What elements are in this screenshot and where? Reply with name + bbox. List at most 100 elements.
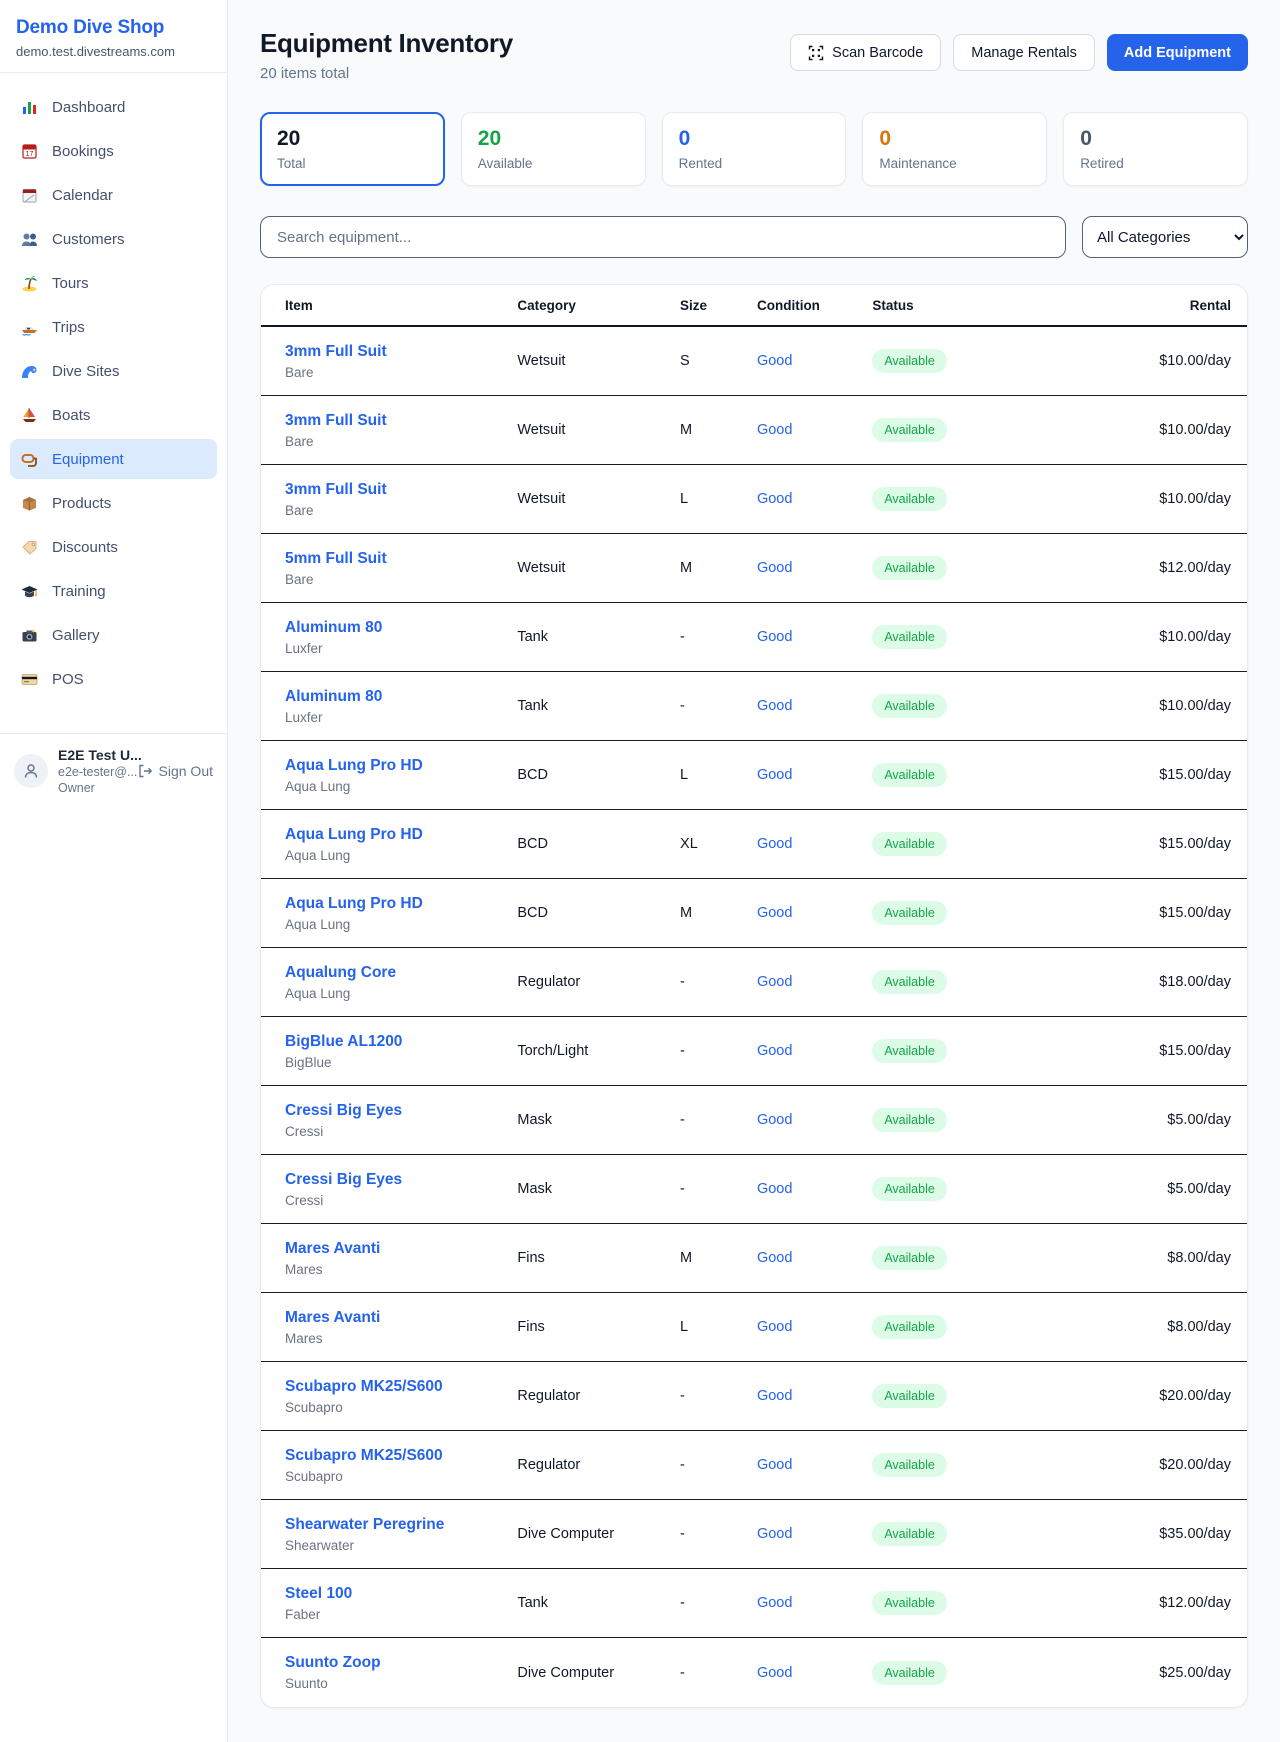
dive-sites-icon	[20, 362, 39, 381]
item-brand: Suunto	[285, 1676, 517, 1691]
sidebar-item-dashboard[interactable]: Dashboard	[10, 87, 217, 127]
condition-link[interactable]: Good	[757, 1112, 792, 1128]
stat-card-available[interactable]: 20 Available	[461, 112, 646, 186]
condition-link[interactable]: Good	[757, 1043, 792, 1059]
item-name-link[interactable]: Suunto Zoop	[285, 1654, 517, 1672]
stat-card-rented[interactable]: 0 Rented	[662, 112, 847, 186]
status-badge: Available	[872, 487, 947, 511]
sidebar-item-label: Customers	[52, 231, 125, 248]
condition-link[interactable]: Good	[757, 1665, 792, 1681]
item-name-link[interactable]: Aqua Lung Pro HD	[285, 895, 517, 913]
condition-link[interactable]: Good	[757, 836, 792, 852]
condition-link[interactable]: Good	[757, 422, 792, 438]
item-name-link[interactable]: 5mm Full Suit	[285, 550, 517, 568]
table-row: Suunto Zoop Suunto Dive Computer - Good …	[261, 1638, 1247, 1707]
sidebar-item-products[interactable]: Products	[10, 483, 217, 523]
status-badge: Available	[872, 556, 947, 580]
item-name-link[interactable]: Scubapro MK25/S600	[285, 1378, 517, 1396]
sidebar-item-gallery[interactable]: Gallery	[10, 615, 217, 655]
item-category: Tank	[517, 629, 680, 645]
svg-text:17: 17	[26, 151, 34, 158]
condition-link[interactable]: Good	[757, 1250, 792, 1266]
item-name-link[interactable]: Aluminum 80	[285, 688, 517, 706]
item-size: -	[680, 1526, 757, 1542]
condition-link[interactable]: Good	[757, 905, 792, 921]
sidebar-item-dive-sites[interactable]: Dive Sites	[10, 351, 217, 391]
item-category: Tank	[517, 698, 680, 714]
rental-price: $15.00/day	[1074, 905, 1247, 921]
table-row: Aqua Lung Pro HD Aqua Lung BCD L Good Av…	[261, 741, 1247, 810]
sidebar-item-customers[interactable]: Customers	[10, 219, 217, 259]
item-name-link[interactable]: Mares Avanti	[285, 1240, 517, 1258]
stat-card-retired[interactable]: 0 Retired	[1063, 112, 1248, 186]
item-name-link[interactable]: 3mm Full Suit	[285, 343, 517, 361]
condition-link[interactable]: Good	[757, 767, 792, 783]
item-name-link[interactable]: Aqua Lung Pro HD	[285, 826, 517, 844]
add-equipment-label: Add Equipment	[1124, 45, 1231, 61]
sidebar-item-discounts[interactable]: Discounts	[10, 527, 217, 567]
condition-link[interactable]: Good	[757, 1388, 792, 1404]
status-badge: Available	[872, 694, 947, 718]
app-root: Demo Dive Shop demo.test.divestreams.com…	[0, 0, 1280, 1742]
condition-link[interactable]: Good	[757, 698, 792, 714]
item-brand: Aqua Lung	[285, 917, 517, 932]
item-category: Mask	[517, 1181, 680, 1197]
calendar-icon	[20, 186, 39, 205]
add-equipment-button[interactable]: Add Equipment	[1107, 34, 1248, 71]
item-name-link[interactable]: Shearwater Peregrine	[285, 1516, 517, 1534]
item-name-link[interactable]: Aqualung Core	[285, 964, 517, 982]
item-name-link[interactable]: Cressi Big Eyes	[285, 1102, 517, 1120]
sidebar-item-trips[interactable]: Trips	[10, 307, 217, 347]
condition-link[interactable]: Good	[757, 1457, 792, 1473]
sidebar-item-training[interactable]: Training	[10, 571, 217, 611]
condition-link[interactable]: Good	[757, 1595, 792, 1611]
avatar	[14, 754, 48, 788]
condition-link[interactable]: Good	[757, 560, 792, 576]
item-name-link[interactable]: Mares Avanti	[285, 1309, 517, 1327]
rental-price: $15.00/day	[1074, 767, 1247, 783]
sidebar-item-tours[interactable]: Tours	[10, 263, 217, 303]
item-size: -	[680, 1388, 757, 1404]
sign-out-button[interactable]: Sign Out	[137, 763, 213, 779]
manage-rentals-button[interactable]: Manage Rentals	[953, 34, 1095, 71]
condition-link[interactable]: Good	[757, 491, 792, 507]
item-name-link[interactable]: Aluminum 80	[285, 619, 517, 637]
item-name-link[interactable]: Aqua Lung Pro HD	[285, 757, 517, 775]
item-brand: Aqua Lung	[285, 986, 517, 1001]
sidebar-item-label: Tours	[52, 275, 89, 292]
table-row: Aqua Lung Pro HD Aqua Lung BCD M Good Av…	[261, 879, 1247, 948]
item-name-link[interactable]: Scubapro MK25/S600	[285, 1447, 517, 1465]
stat-card-maintenance[interactable]: 0 Maintenance	[862, 112, 1047, 186]
sidebar-item-boats[interactable]: Boats	[10, 395, 217, 435]
table-row: Cressi Big Eyes Cressi Mask - Good Avail…	[261, 1155, 1247, 1224]
tours-icon	[20, 274, 39, 293]
logout-icon	[137, 763, 153, 779]
condition-link[interactable]: Good	[757, 974, 792, 990]
status-badge: Available	[872, 1108, 947, 1132]
condition-link[interactable]: Good	[757, 353, 792, 369]
item-name-link[interactable]: Steel 100	[285, 1585, 517, 1603]
item-brand: Bare	[285, 365, 517, 380]
condition-link[interactable]: Good	[757, 1319, 792, 1335]
item-name-link[interactable]: Cressi Big Eyes	[285, 1171, 517, 1189]
item-name-link[interactable]: 3mm Full Suit	[285, 481, 517, 499]
condition-link[interactable]: Good	[757, 629, 792, 645]
sidebar-item-calendar[interactable]: Calendar	[10, 175, 217, 215]
sidebar-item-pos[interactable]: POS	[10, 659, 217, 699]
sidebar-item-equipment[interactable]: Equipment	[10, 439, 217, 479]
item-size: -	[680, 1043, 757, 1059]
condition-link[interactable]: Good	[757, 1181, 792, 1197]
item-brand: Mares	[285, 1262, 517, 1277]
scan-barcode-label: Scan Barcode	[832, 45, 923, 61]
category-select[interactable]: All Categories	[1082, 216, 1248, 258]
scan-barcode-button[interactable]: Scan Barcode	[790, 34, 941, 71]
condition-link[interactable]: Good	[757, 1526, 792, 1542]
item-size: S	[680, 353, 757, 369]
sidebar-item-bookings[interactable]: 17 Bookings	[10, 131, 217, 171]
sidebar-item-label: Discounts	[52, 539, 118, 556]
item-name-link[interactable]: BigBlue AL1200	[285, 1033, 517, 1051]
column-header-rental: Rental	[1074, 298, 1247, 313]
stat-card-total[interactable]: 20 Total	[260, 112, 445, 186]
item-name-link[interactable]: 3mm Full Suit	[285, 412, 517, 430]
search-input[interactable]	[260, 216, 1066, 258]
